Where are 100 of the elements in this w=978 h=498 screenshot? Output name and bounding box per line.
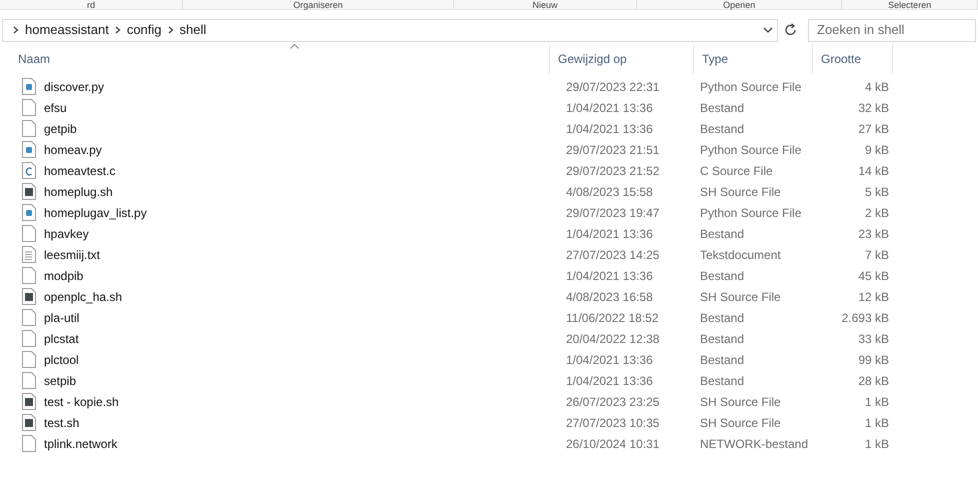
modified-date: 29/07/2023 22:31 [565,78,660,96]
file-size: 1 kB [864,394,890,410]
file-size: 5 kB [864,184,890,200]
file-type: NETWORK-bestand [699,436,810,452]
file-size: 99 kB [857,352,890,368]
modified-date: 26/07/2023 23:25 [565,394,660,410]
file-name[interactable]: efsu [44,98,67,116]
file-size: 2 kB [864,204,890,222]
file-size: 9 kB [864,142,890,158]
breadcrumb-item[interactable]: shell [180,20,206,40]
modified-date: 29/07/2023 19:47 [565,204,660,222]
file-size: 14 kB [857,162,890,180]
file-size: 4 kB [864,78,890,96]
file-size: 45 kB [857,268,890,284]
python-file-icon [22,78,36,95]
file-name[interactable]: modpib [44,266,84,284]
file-name[interactable]: getpib [44,120,77,138]
file-icon [22,120,36,137]
address-bar[interactable]: homeassistant config shell [2,18,778,42]
modified-date: 4/08/2023 15:58 [565,184,654,200]
file-name[interactable]: setpib [44,372,76,390]
file-name[interactable]: plcstat [44,330,79,348]
file-icon [22,99,36,116]
column-header[interactable]: Naam [10,44,550,74]
file-name[interactable]: homeplugav_list.py [44,204,147,222]
file-name[interactable]: plctool [44,350,79,368]
file-type: Bestand [699,352,746,368]
chevron-right-icon [13,26,19,34]
file-size: 12 kB [857,288,890,306]
file-size: 27 kB [857,120,890,138]
modified-date: 11/06/2022 18:52 [565,310,660,326]
file-type: Bestand [699,268,746,284]
ribbon-group-label: Selecteren [888,0,932,9]
file-icon [22,309,36,326]
file-name[interactable]: homeav.py [44,140,102,158]
column-header[interactable]: Gewijzigd op [550,44,694,74]
modified-date: 27/07/2023 10:35 [565,414,660,432]
modified-date: 1/04/2021 13:36 [565,352,654,368]
file-size: 33 kB [857,330,890,348]
modified-date: 1/04/2021 13:36 [565,268,654,284]
column-header[interactable]: Grootte [813,44,893,74]
refresh-icon[interactable] [784,23,798,37]
file-name[interactable]: test.sh [44,414,80,432]
file-type: Python Source File [699,204,802,222]
file-type: C Source File [699,162,774,180]
modified-date: 29/07/2023 21:52 [565,162,660,180]
file-icon [22,267,36,284]
file-type: SH Source File [699,288,782,306]
file-type: SH Source File [699,414,782,432]
file-size: 1 kB [864,436,890,452]
chevron-right-icon [114,26,121,34]
file-type: Python Source File [699,78,802,96]
ribbon-group-label: Organiseren [293,0,343,9]
modified-date: 1/04/2021 13:36 [565,372,654,390]
file-name[interactable]: hpavkey [44,224,89,242]
file-name[interactable]: tplink.network [44,434,118,452]
script-file-icon [22,288,36,305]
file-type: Bestand [699,310,746,326]
script-file-icon [22,393,36,410]
breadcrumb-item[interactable]: config [126,20,162,40]
script-file-icon [22,414,36,431]
c-file-icon [22,162,36,179]
file-icon [22,372,36,389]
file-type: SH Source File [699,184,782,200]
file-name[interactable]: pla-util [44,308,80,326]
breadcrumb-item[interactable]: homeassistant [25,20,109,40]
file-size: 7 kB [864,246,890,264]
file-size: 23 kB [857,226,890,242]
file-name[interactable]: discover.py [44,78,104,96]
file-icon [22,330,36,347]
file-size: 28 kB [857,372,890,390]
file-type: Bestand [699,100,746,116]
python-file-icon [22,204,36,221]
chevron-down-icon[interactable] [763,26,773,34]
text-file-icon [22,246,36,263]
search-field[interactable]: Zoeken in shell [817,20,967,40]
file-name[interactable]: homeavtest.c [44,162,116,180]
file-type: Python Source File [699,142,802,158]
column-header[interactable]: Type [694,44,813,74]
file-icon [22,435,36,452]
file-type: SH Source File [699,394,782,410]
python-file-icon [22,141,36,158]
file-icon [22,225,36,242]
file-type: Bestand [699,120,746,138]
ribbon-group-label: Openen [723,0,756,9]
modified-date: 1/04/2021 13:36 [565,100,654,116]
file-size: 2.693 kB [840,310,890,326]
modified-date: 29/07/2023 21:51 [565,142,660,158]
script-file-icon [22,183,36,200]
modified-date: 1/04/2021 13:36 [565,226,654,242]
search-box[interactable]: Zoeken in shell [808,18,976,42]
file-name[interactable]: homeplug.sh [44,182,113,200]
file-name[interactable]: openplc_ha.sh [44,288,122,306]
file-name[interactable]: test - kopie.sh [44,392,119,410]
ribbon-group-label: rd [87,0,96,9]
file-type: Bestand [699,330,746,348]
modified-date: 20/04/2022 12:38 [565,330,660,348]
file-name[interactable]: leesmiij.txt [44,246,100,264]
file-icon [22,351,36,368]
file-size: 1 kB [864,414,890,432]
